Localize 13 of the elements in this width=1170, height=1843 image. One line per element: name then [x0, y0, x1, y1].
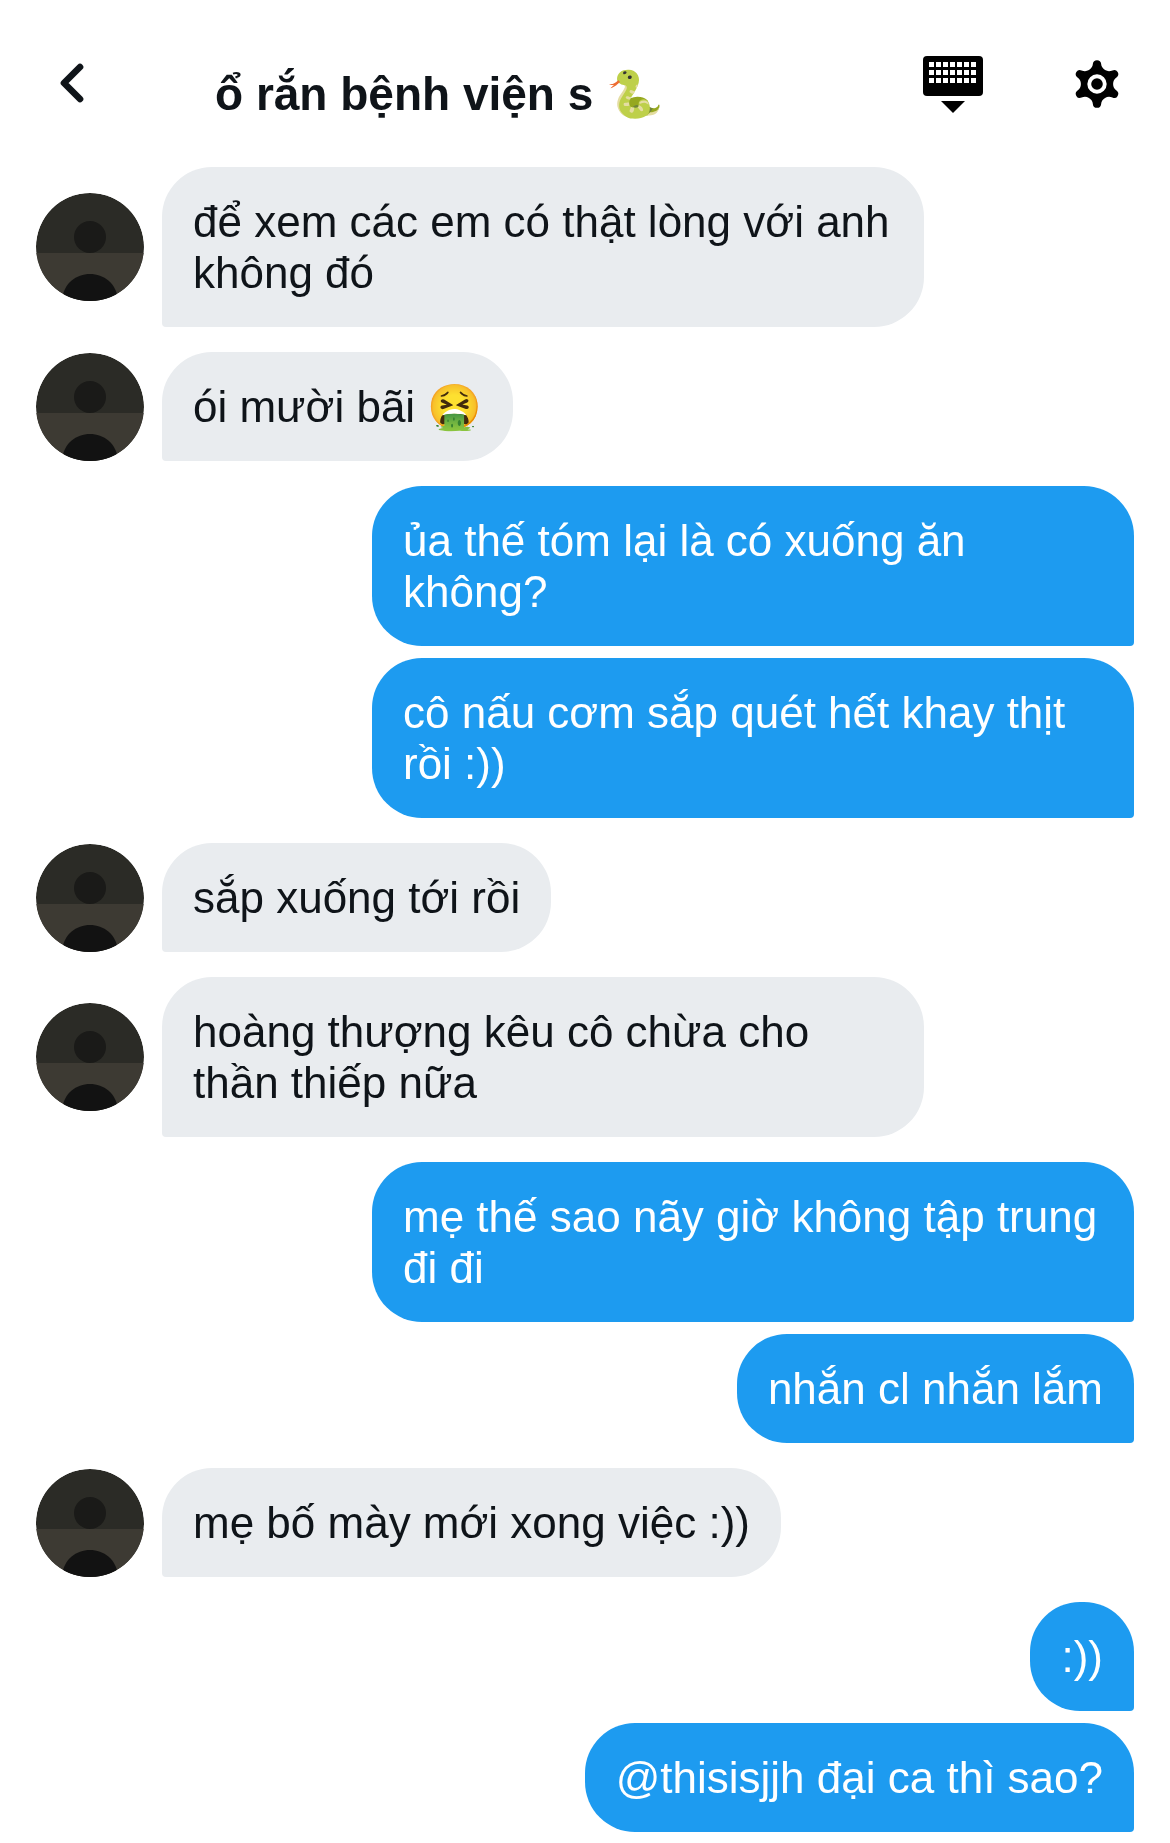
message-bubble: mẹ thế sao nãy giờ không tập trung đi đi	[372, 1162, 1134, 1322]
chat-title: ổ rắn bệnh viện s 🐍	[215, 67, 664, 122]
message-bubble: cô nấu cơm sắp quét hết khay thịt rồi :))	[372, 658, 1134, 818]
message-bubble: ủa thế tóm lại là có xuống ăn không?	[372, 486, 1134, 646]
message-bubble: :))	[1030, 1602, 1134, 1711]
message-bubble: mẹ bố mày mới xong việc :))	[162, 1468, 781, 1577]
message-bubble: @thisisjjh đại ca thì sao?	[584, 1723, 1134, 1832]
message-bubble: sắp xuống tới rồi	[162, 843, 552, 952]
message-bubble: nhắn cl nhắn lắm	[736, 1334, 1134, 1443]
keyboard-icon[interactable]	[922, 55, 984, 115]
message-bubble: hoàng thượng kêu cô chừa cho thần thiếp nữa	[162, 977, 924, 1137]
message-bubble: để xem các em có thật lòng với anh không đó	[162, 167, 924, 327]
message-bubble: ói mười bãi 🤮	[162, 352, 514, 461]
